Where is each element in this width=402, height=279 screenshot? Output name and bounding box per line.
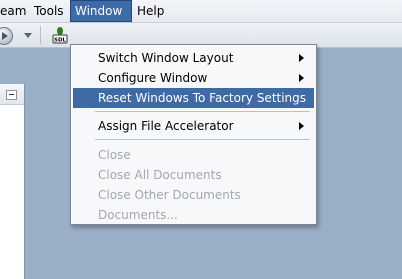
left-panel (0, 84, 25, 279)
menu-window[interactable]: Window (70, 0, 132, 22)
menu-item-reset-windows[interactable]: Reset Windows To Factory Settings (73, 88, 314, 108)
menu-item-label: Reset Windows To Factory Settings (98, 91, 307, 105)
menu-item-label: Switch Window Layout (98, 51, 234, 65)
menu-item-label: Configure Window (98, 71, 208, 85)
toolbar-separator (40, 26, 41, 44)
menu-team[interactable]: eam (0, 0, 30, 22)
menu-tools[interactable]: Tools (30, 0, 68, 22)
menu-separator (95, 139, 310, 140)
sdl-icon[interactable]: SDL (51, 26, 69, 44)
menu-window-label: Window (75, 4, 123, 18)
menu-help-label: Help (137, 4, 165, 18)
menu-bar: eam Tools Window Help (0, 0, 402, 23)
menu-item-switch-window-layout[interactable]: Switch Window Layout (73, 48, 314, 68)
menu-item-configure-window[interactable]: Configure Window (73, 68, 314, 88)
menu-item-label: Close (98, 148, 131, 162)
window-menu: Switch Window Layout Configure Window Re… (70, 44, 317, 225)
sdl-icon-label: SDL (54, 38, 67, 44)
menu-tools-label: Tools (34, 4, 64, 18)
submenu-arrow-icon (299, 122, 304, 130)
menu-item-label: Assign File Accelerator (98, 119, 234, 133)
menu-item-label: Documents... (98, 208, 178, 222)
submenu-arrow-icon (299, 54, 304, 62)
back-icon[interactable] (0, 27, 13, 45)
menu-item-close-all-documents[interactable]: Close All Documents (73, 165, 314, 185)
menu-item-documents[interactable]: Documents... (73, 205, 314, 225)
menu-item-close-other-documents[interactable]: Close Other Documents (73, 185, 314, 205)
menu-team-label: eam (0, 4, 27, 18)
submenu-arrow-icon (299, 74, 304, 82)
menu-item-label: Close Other Documents (98, 188, 241, 202)
menu-separator (95, 111, 310, 112)
menu-help[interactable]: Help (133, 0, 168, 22)
left-panel-header (0, 84, 25, 105)
menu-item-label: Close All Documents (98, 168, 222, 182)
minimize-icon[interactable] (6, 90, 17, 100)
menu-item-close[interactable]: Close (73, 145, 314, 165)
menu-item-assign-file-accelerator[interactable]: Assign File Accelerator (73, 116, 314, 136)
dropdown-arrow-icon[interactable] (24, 33, 32, 38)
